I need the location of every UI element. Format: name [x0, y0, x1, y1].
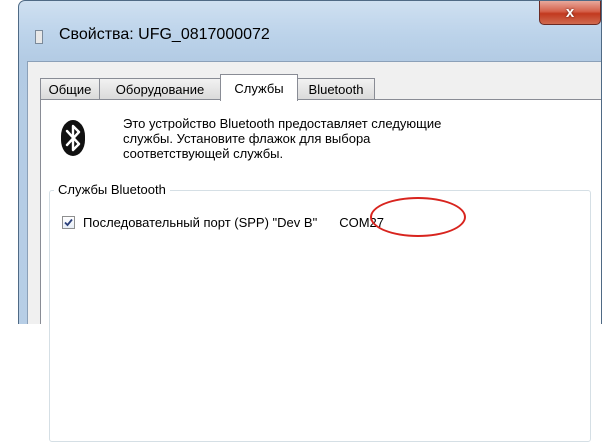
- close-button[interactable]: x: [539, 1, 601, 25]
- description-line: службы. Установите флажок для выбора: [123, 131, 371, 146]
- service-label[interactable]: Последовательный порт (SPP) "Dev B": [83, 215, 317, 230]
- close-icon: x: [565, 4, 575, 21]
- service-checkbox[interactable]: [62, 216, 75, 229]
- tab-hardware-label: Оборудование: [115, 82, 205, 97]
- tab-bluetooth-label: Bluetooth: [308, 82, 364, 97]
- tab-hardware[interactable]: Оборудование: [99, 78, 221, 100]
- window-icon: [35, 30, 43, 44]
- tab-services-label: Службы: [234, 80, 284, 96]
- bluetooth-services-group: Службы Bluetooth Последовательный порт (…: [49, 182, 591, 442]
- bluetooth-icon: [61, 120, 85, 156]
- dialog-body: Общие Оборудование Службы Bluetooth Это …: [27, 61, 601, 442]
- description-line: Это устройство Bluetooth предоставляет с…: [123, 116, 442, 131]
- description-line: соответствующей службы.: [123, 146, 284, 161]
- annotation-circle: [370, 197, 466, 237]
- window-title: Свойства: UFG_0817000072: [59, 26, 270, 43]
- tab-general[interactable]: Общие: [40, 78, 100, 100]
- checkmark-icon: [64, 218, 73, 227]
- group-title: Службы Bluetooth: [54, 182, 170, 197]
- title-bar[interactable]: Свойства: UFG_0817000072: [19, 1, 601, 61]
- service-item: Последовательный порт (SPP) "Dev B" COM2…: [62, 215, 384, 230]
- tab-general-label: Общие: [48, 82, 92, 97]
- services-panel: Это устройство Bluetooth предоставляет с…: [40, 99, 601, 442]
- properties-window: Свойства: UFG_0817000072 x Общие Оборудо…: [18, 0, 602, 442]
- services-description: Это устройство Bluetooth предоставляет с…: [123, 116, 441, 161]
- tab-services[interactable]: Службы: [220, 74, 298, 101]
- tab-bluetooth[interactable]: Bluetooth: [297, 78, 375, 100]
